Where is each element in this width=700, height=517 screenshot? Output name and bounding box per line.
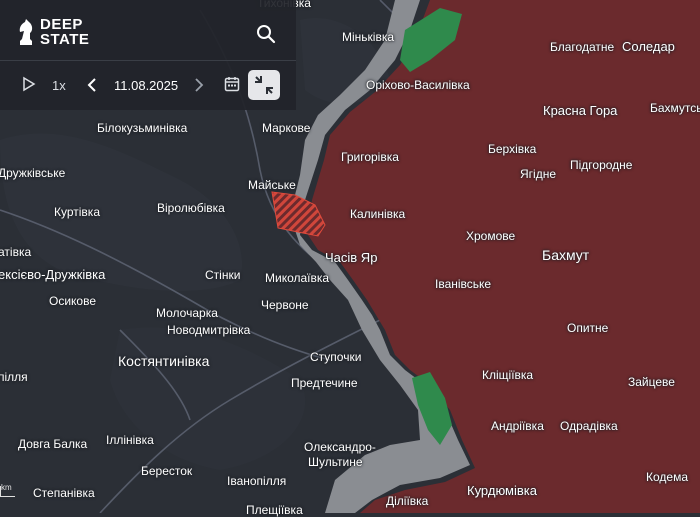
place-label: Ягідне	[520, 167, 557, 181]
place-label: Бахмут	[542, 247, 590, 263]
place-label: Бахмутсь	[650, 101, 700, 115]
place-label: Миколаївка	[265, 271, 330, 285]
place-label: Маркове	[262, 121, 311, 135]
place-label: Костянтинівка	[118, 353, 210, 369]
place-label: Соледар	[622, 39, 675, 54]
place-label: Степанівка	[33, 486, 95, 500]
place-label: Осикове	[49, 294, 97, 308]
panel-header: DEEP STATE	[0, 0, 296, 61]
place-label: Плещіївка	[246, 503, 303, 517]
search-icon[interactable]	[256, 24, 276, 44]
place-label: Одрадівка	[560, 419, 618, 433]
place-label: Стінки	[205, 268, 241, 282]
place-label: Довга Балка	[18, 437, 88, 451]
calendar-icon[interactable]	[224, 76, 240, 92]
place-label: Віролюбівка	[157, 201, 225, 215]
place-label: Курдюмівка	[467, 483, 537, 498]
place-label: Оріхово-Василівка	[366, 78, 470, 92]
place-label: Предтечине	[291, 376, 358, 390]
place-label: Бересток	[141, 464, 193, 478]
place-label: Шультине	[308, 455, 363, 469]
place-label: Ступочки	[310, 350, 362, 364]
place-label: Зайцеве	[628, 375, 675, 389]
place-label: Новодмитрівка	[167, 323, 251, 337]
logo-text: DEEP STATE	[40, 17, 89, 47]
place-label: Красна Гора	[543, 103, 618, 118]
logo-line1: DEEP	[40, 16, 83, 33]
place-label: Білокузьминівка	[97, 121, 188, 135]
scale-label: km	[1, 483, 12, 492]
chevron-left-icon[interactable]	[86, 77, 98, 93]
place-label: Іванопілля	[227, 474, 287, 488]
collapse-arrows-icon	[255, 76, 273, 94]
speed-button[interactable]: 1x	[52, 78, 66, 93]
place-label: Міньківка	[342, 30, 395, 44]
compare-toggle-button[interactable]	[248, 70, 280, 100]
place-label: Берхівка	[488, 142, 537, 156]
place-label: Андріївка	[491, 419, 544, 433]
place-label: Іллінівка	[106, 433, 154, 447]
place-label: Куртівка	[54, 205, 100, 219]
place-label: Кліщіївка	[482, 368, 534, 382]
place-label: пілля	[0, 370, 28, 384]
place-label: Благодатне	[550, 40, 615, 54]
place-label: Олександро-	[304, 440, 376, 454]
play-icon[interactable]	[22, 76, 36, 92]
place-label: Опитне	[567, 321, 609, 335]
place-label: ексієво-Дружківка	[0, 267, 106, 282]
control-panel: DEEP STATE 1x 11.08.2025	[0, 0, 296, 110]
place-label: Червоне	[261, 298, 309, 312]
place-label: Молочарка	[156, 306, 218, 320]
chevron-right-icon[interactable]	[193, 77, 205, 93]
place-label: Кодема	[646, 470, 688, 484]
place-label: атівка	[0, 245, 32, 259]
date-display[interactable]: 11.08.2025	[114, 78, 178, 93]
place-label: Калинівка	[350, 207, 406, 221]
place-label: Майське	[248, 178, 296, 192]
place-label: Часів Яр	[325, 250, 378, 265]
chess-knight-logo-icon	[19, 19, 33, 45]
place-label: Дружківське	[0, 166, 66, 180]
place-label: Діліївка	[386, 494, 429, 508]
place-label: Іванівське	[435, 277, 492, 291]
place-label: Підгородне	[570, 158, 633, 172]
place-label: Хромове	[466, 229, 516, 243]
logo-line2: STATE	[40, 31, 90, 48]
place-label: Григорівка	[341, 150, 399, 164]
